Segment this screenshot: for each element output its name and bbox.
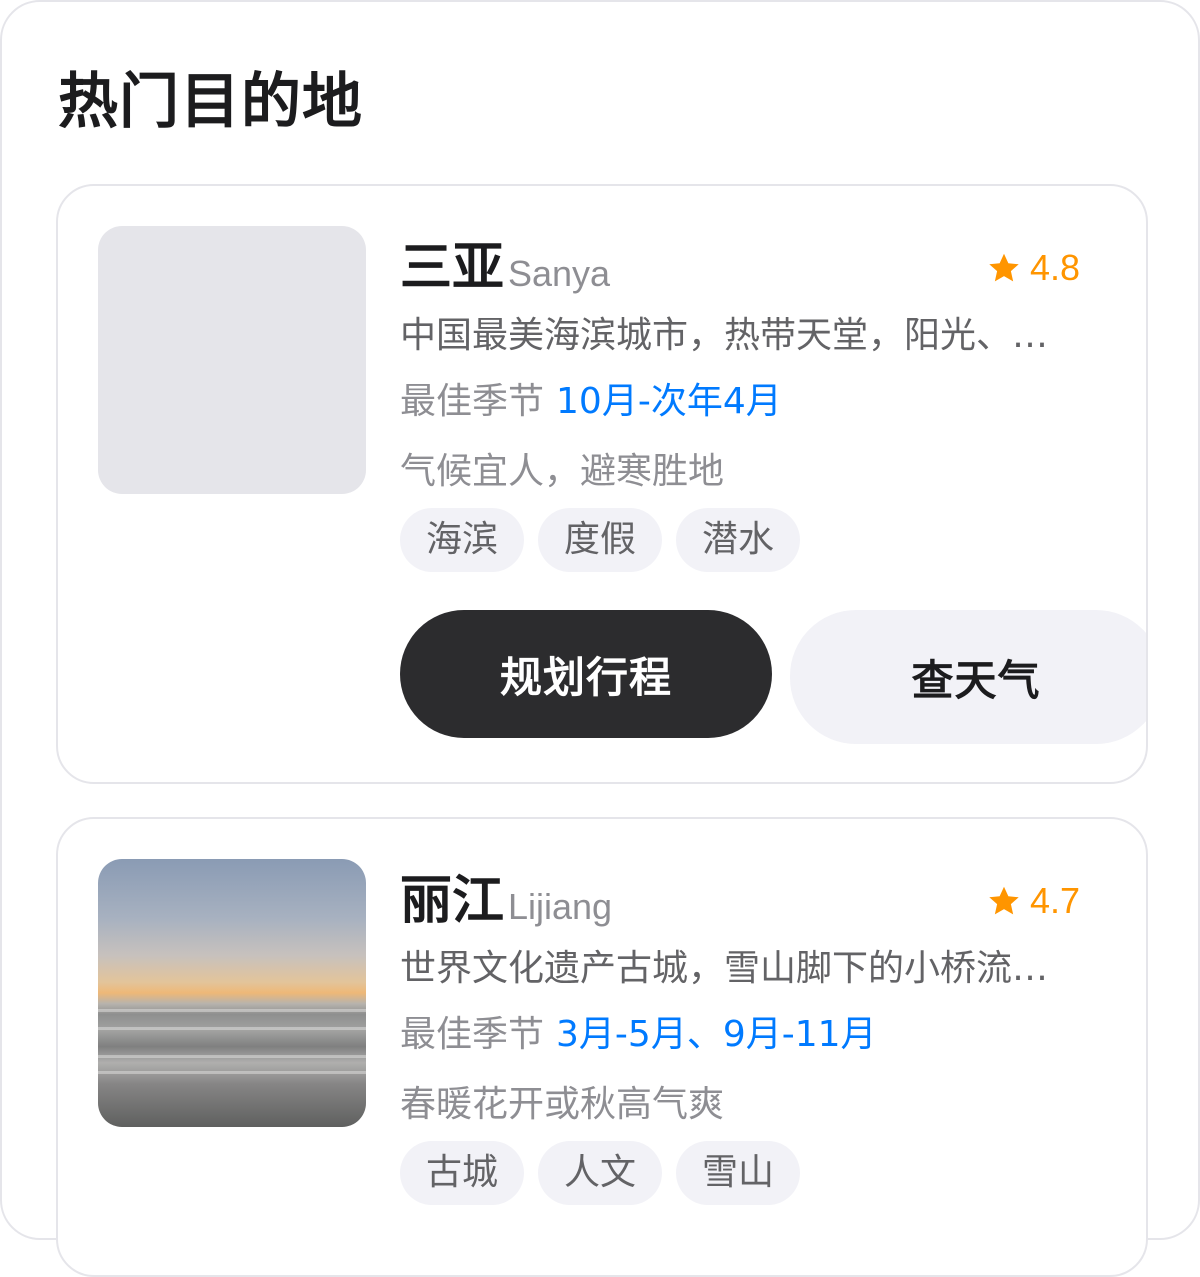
destination-name: 三亚 xyxy=(400,238,505,298)
best-season: 最佳季节 3月-5月、9月-11月 xyxy=(400,1007,1080,1063)
rating: 4.7 xyxy=(986,881,1080,921)
tag-list: 海滨 度假 潜水 xyxy=(400,508,1080,572)
destination-card-sanya[interactable]: 三亚 Sanya 4.8 中国最美海滨城市，热带天堂，阳光、沙滩、椰林 最佳季节… xyxy=(56,184,1148,784)
destination-name: 丽江 xyxy=(400,871,505,931)
section-title: 热门目的地 xyxy=(58,67,363,137)
name-row: 丽江 Lijiang 4.7 xyxy=(400,865,1080,935)
rating-value: 4.7 xyxy=(1029,880,1080,921)
tag[interactable]: 潜水 xyxy=(676,508,801,572)
name-row: 三亚 Sanya 4.8 xyxy=(400,232,1080,302)
destination-description: 世界文化遗产古城，雪山脚下的小桥流水人家 xyxy=(400,948,1080,989)
tag[interactable]: 古城 xyxy=(400,1141,525,1205)
tag-list: 古城 人文 雪山 xyxy=(400,1141,1080,1205)
tag[interactable]: 人文 xyxy=(538,1141,663,1205)
plan-trip-button[interactable]: 规划行程 xyxy=(400,610,772,738)
destination-name-en: Lijiang xyxy=(508,886,613,927)
season-note: 气候宜人，避寒胜地 xyxy=(400,451,725,492)
tag[interactable]: 雪山 xyxy=(676,1141,801,1205)
destination-name-en: Sanya xyxy=(508,253,611,294)
destination-image xyxy=(98,859,366,1127)
destination-card-lijiang[interactable]: 丽江 Lijiang 4.7 世界文化遗产古城，雪山脚下的小桥流水人家 最佳季节… xyxy=(56,817,1148,1277)
check-weather-button[interactable]: 查天气 xyxy=(790,610,1146,744)
best-season-value: 3月-5月、9月-11月 xyxy=(556,1014,877,1055)
destination-description: 中国最美海滨城市，热带天堂，阳光、沙滩、椰林 xyxy=(400,315,1080,356)
best-season: 最佳季节 10月-次年4月 xyxy=(400,374,1080,430)
rating: 4.8 xyxy=(986,248,1080,288)
season-note: 春暖花开或秋高气爽 xyxy=(400,1084,725,1125)
tag[interactable]: 度假 xyxy=(538,508,663,572)
best-season-label: 最佳季节 xyxy=(400,1014,545,1055)
destination-info: 丽江 Lijiang 4.7 世界文化遗产古城，雪山脚下的小桥流水人家 最佳季节… xyxy=(400,865,1080,1205)
best-season-label: 最佳季节 xyxy=(400,381,545,422)
destination-image-placeholder xyxy=(98,226,366,494)
destination-info: 三亚 Sanya 4.8 中国最美海滨城市，热带天堂，阳光、沙滩、椰林 最佳季节… xyxy=(400,232,1080,572)
rating-value: 4.8 xyxy=(1029,247,1080,288)
destinations-panel: 热门目的地 三亚 Sanya 4.8 中国最美海滨城市，热带天堂，阳光、沙滩、椰… xyxy=(0,0,1200,1277)
star-icon xyxy=(989,253,1019,282)
star-icon xyxy=(989,886,1019,915)
best-season-value: 10月-次年4月 xyxy=(556,381,782,422)
tag[interactable]: 海滨 xyxy=(400,508,525,572)
